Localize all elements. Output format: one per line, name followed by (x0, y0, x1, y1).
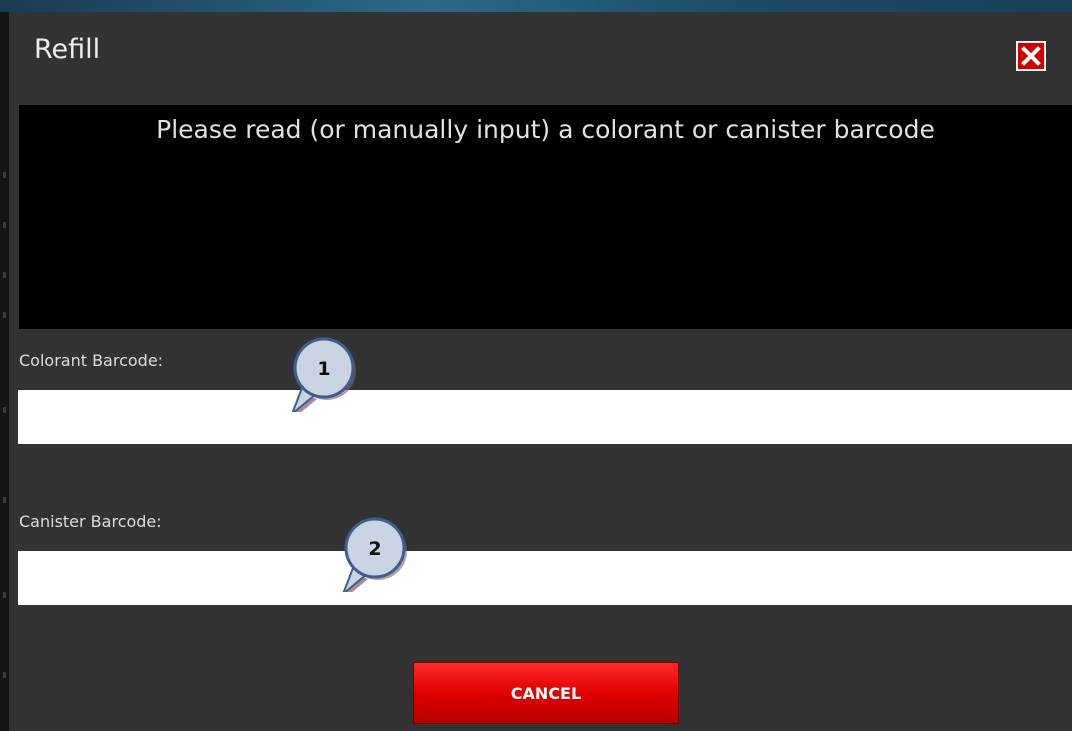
callout-marker-2: 2 (335, 512, 425, 599)
cancel-button[interactable]: CANCEL (413, 662, 679, 724)
background-window-strip (0, 0, 1072, 12)
callout-bubble-icon: 2 (340, 517, 407, 599)
edge-tick (3, 222, 6, 228)
colorant-barcode-input[interactable] (18, 390, 1072, 444)
edge-tick (3, 312, 6, 318)
dialog-title: Refill (34, 34, 101, 65)
edge-tick (3, 672, 6, 678)
refill-dialog: Refill Please read (or manually input) a… (9, 12, 1072, 731)
close-icon (1021, 46, 1041, 66)
callout-marker-1: 1 (284, 332, 374, 419)
callout-number: 2 (368, 538, 381, 560)
callout-bubble-icon: 1 (289, 337, 356, 419)
edge-tick (3, 172, 6, 178)
edge-tick (3, 497, 6, 503)
callout-number: 1 (317, 358, 330, 380)
canister-barcode-input[interactable] (18, 551, 1072, 605)
edge-tick (3, 592, 6, 598)
edge-tick (3, 272, 6, 278)
background-left-edge (0, 12, 9, 731)
dialog-titlebar: Refill (9, 12, 1072, 102)
close-button[interactable] (1016, 41, 1046, 71)
message-panel: Please read (or manually input) a colora… (19, 105, 1072, 329)
edge-tick (3, 407, 6, 413)
colorant-barcode-label: Colorant Barcode: (19, 351, 164, 370)
canister-barcode-label: Canister Barcode: (19, 512, 162, 531)
instruction-message: Please read (or manually input) a colora… (156, 115, 935, 144)
screen: Refill Please read (or manually input) a… (0, 0, 1072, 731)
